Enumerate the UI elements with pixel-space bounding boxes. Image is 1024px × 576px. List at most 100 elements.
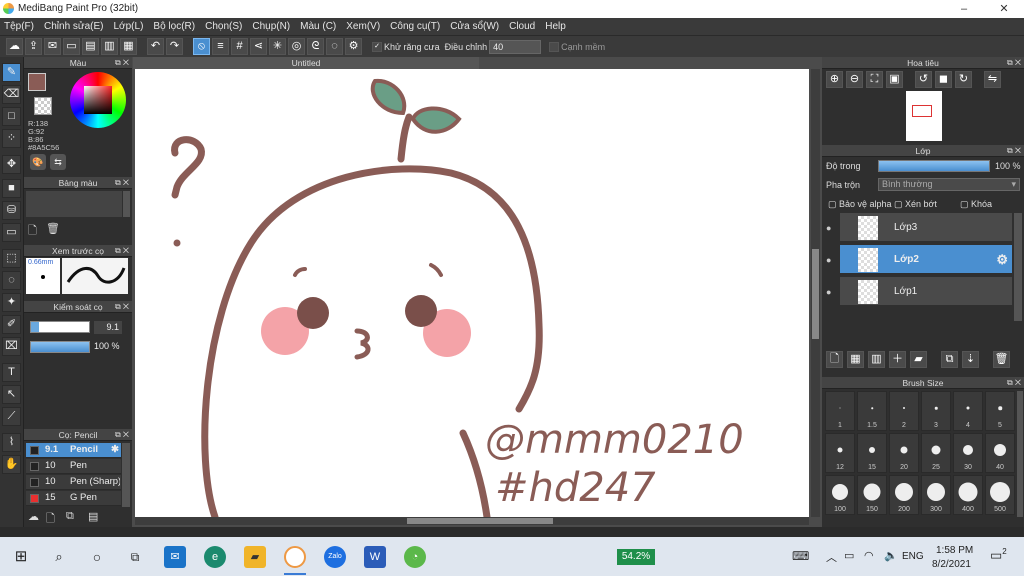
magic-wand-tool-icon[interactable]: ✦	[2, 293, 21, 312]
cloud-brush-icon[interactable]: ☁	[28, 510, 39, 523]
brush-size-cell[interactable]: 15	[857, 433, 887, 473]
brush-size-cell[interactable]: 500	[985, 475, 1015, 515]
duplicate-layer-icon[interactable]: ⧉	[941, 351, 958, 368]
pages-icon[interactable]: ▥	[101, 38, 118, 55]
brush-item[interactable]: 9.1 Pencil ✱	[26, 443, 121, 458]
brush-settings-icon[interactable]: ▤	[88, 510, 98, 523]
protect-alpha-checkbox[interactable]: ▢ Bảo vệ alpha	[828, 199, 892, 210]
menu-tools[interactable]: Công cụ(T)	[390, 21, 440, 32]
brush-size-scrollbar[interactable]	[1017, 391, 1023, 517]
operation-tool-icon[interactable]: ↖	[2, 385, 21, 404]
notification-icon[interactable]: ▭2	[990, 547, 1007, 563]
menu-help[interactable]: Help	[545, 21, 566, 32]
divide-tool-icon[interactable]: ⟋	[2, 407, 21, 426]
flip-icon[interactable]: ⇋	[984, 71, 1001, 88]
color-wheel[interactable]	[70, 72, 126, 128]
new-halftone-layer-icon[interactable]: ▦	[847, 351, 864, 368]
new-folder-icon[interactable]: ▰	[910, 351, 927, 368]
menu-layer[interactable]: Lớp(L)	[114, 21, 144, 32]
snap-settings-icon[interactable]: ⚙	[345, 38, 362, 55]
delete-layer-icon[interactable]: 🗑	[993, 351, 1010, 368]
move-tool-icon[interactable]: ✥	[2, 155, 21, 174]
chat-icon[interactable]: ▭	[63, 38, 80, 55]
rotate-right-icon[interactable]: ↻	[955, 71, 972, 88]
keyboard-icon[interactable]: ⌨	[792, 549, 809, 563]
canvas-horizontal-scrollbar[interactable]	[135, 517, 809, 525]
brush-size-cell[interactable]: 1	[825, 391, 855, 431]
fill-shape-tool-icon[interactable]: ■	[2, 179, 21, 198]
actual-size-icon[interactable]: ▣	[886, 71, 903, 88]
snap-off-icon[interactable]: ⦸	[193, 38, 210, 55]
brush-opacity-slider[interactable]	[30, 341, 90, 353]
brush-size-cell[interactable]: 400	[953, 475, 983, 515]
select-pen-tool-icon[interactable]: ✐	[2, 315, 21, 334]
navigator-thumbnail[interactable]	[906, 91, 942, 141]
snap-grid-icon[interactable]: #	[231, 38, 248, 55]
brush-size-cell[interactable]: 3	[921, 391, 951, 431]
menu-filter[interactable]: Bộ lọc(R)	[153, 21, 195, 32]
delete-palette-icon[interactable]: 🗑	[46, 222, 60, 235]
zoom-in-icon[interactable]: ⊕	[826, 71, 843, 88]
snap-perspective-icon[interactable]: ⋖	[250, 38, 267, 55]
brush-item[interactable]: 10 Pen (Sharp)	[26, 475, 121, 490]
brush-list-scrollbar[interactable]	[122, 443, 130, 507]
clock-date[interactable]: 8/2/2021	[932, 559, 971, 570]
file-explorer-icon[interactable]: ▰	[244, 546, 266, 568]
eyedropper-tool-icon[interactable]: ⌇	[2, 433, 21, 452]
dot-tool-icon[interactable]: ⁘	[2, 129, 21, 148]
bucket-tool-icon[interactable]: ⛁	[2, 201, 21, 220]
layer-visibility-icon[interactable]: ●	[826, 223, 836, 233]
new-8bit-layer-icon[interactable]: ▥	[868, 351, 885, 368]
brush-size-cell[interactable]: 2	[889, 391, 919, 431]
brush-size-slider[interactable]	[30, 321, 90, 333]
brush-size-cell[interactable]: 12	[825, 433, 855, 473]
layer-row[interactable]: Lớp2 ⚙	[840, 245, 1012, 275]
layer-row[interactable]: Lớp3	[840, 213, 1012, 243]
clipping-checkbox[interactable]: ▢ Xén bớt	[894, 199, 937, 210]
brush-size-cell[interactable]: 100	[825, 475, 855, 515]
brush-size-cell[interactable]: 4	[953, 391, 983, 431]
restore-button[interactable]	[946, 0, 986, 18]
cloud-icon[interactable]: ☁	[6, 38, 23, 55]
zalo-icon[interactable]: Zalo	[324, 546, 346, 568]
blend-mode-select[interactable]: Bình thường ▾	[878, 178, 1020, 191]
hand-tool-icon[interactable]: ✋	[2, 455, 21, 474]
canvas-vertical-scrollbar[interactable]	[811, 69, 820, 517]
menu-color[interactable]: Màu (C)	[300, 21, 336, 32]
layer-row[interactable]: Lớp1	[840, 277, 1012, 307]
clock-time[interactable]: 1:58 PM	[936, 545, 973, 556]
snap-parallel-icon[interactable]: ≡	[212, 38, 229, 55]
menu-select[interactable]: Chọn(S)	[205, 21, 242, 32]
brush-item[interactable]: 15 G Pen	[26, 491, 121, 506]
task-view-icon[interactable]: ⧉	[124, 546, 146, 568]
zoom-out-icon[interactable]: ⊖	[846, 71, 863, 88]
menu-edit[interactable]: Chỉnh sửa(E)	[44, 21, 104, 32]
layer-list-scrollbar[interactable]	[1014, 213, 1022, 321]
primary-color-swatch[interactable]	[28, 73, 46, 91]
word-icon[interactable]: W	[364, 546, 386, 568]
undo-icon[interactable]: ↶	[147, 38, 164, 55]
grid-view-icon[interactable]: ▦	[120, 38, 137, 55]
layer-settings-gear-icon[interactable]: ⚙	[996, 252, 1008, 268]
menu-file[interactable]: Tệp(F)	[4, 21, 34, 32]
rectangle-tool-icon[interactable]: □	[2, 107, 21, 126]
brush-size-cell[interactable]: 30	[953, 433, 983, 473]
brush-size-cell[interactable]: 20	[889, 433, 919, 473]
menu-cloud[interactable]: Cloud	[509, 21, 535, 32]
battery-icon[interactable]: ▭	[844, 549, 854, 562]
palette-scrollbar[interactable]	[123, 191, 130, 217]
brush-size-cell[interactable]: 5	[985, 391, 1015, 431]
antialias-checkbox[interactable]: ✓	[372, 41, 382, 52]
snap-radial-icon[interactable]: ✳	[269, 38, 286, 55]
share-icon[interactable]: ⇪	[25, 38, 42, 55]
brush-size-cell[interactable]: 1.5	[857, 391, 887, 431]
snap-curve-icon[interactable]: ᘓ	[307, 38, 324, 55]
duplicate-brush-icon[interactable]: ⧉	[66, 510, 74, 523]
swap-colors-icon[interactable]: ⇆	[50, 154, 66, 170]
brush-gear-icon[interactable]: ✱	[111, 444, 119, 455]
lock-checkbox[interactable]: ▢ Khóa	[960, 199, 992, 210]
brush-tool-icon[interactable]: ✎	[2, 63, 21, 82]
windows-start-icon[interactable]: ⊞	[10, 546, 32, 568]
add-layer-menu-icon[interactable]: ＋	[889, 351, 906, 368]
gradient-tool-icon[interactable]: ▭	[2, 223, 21, 242]
